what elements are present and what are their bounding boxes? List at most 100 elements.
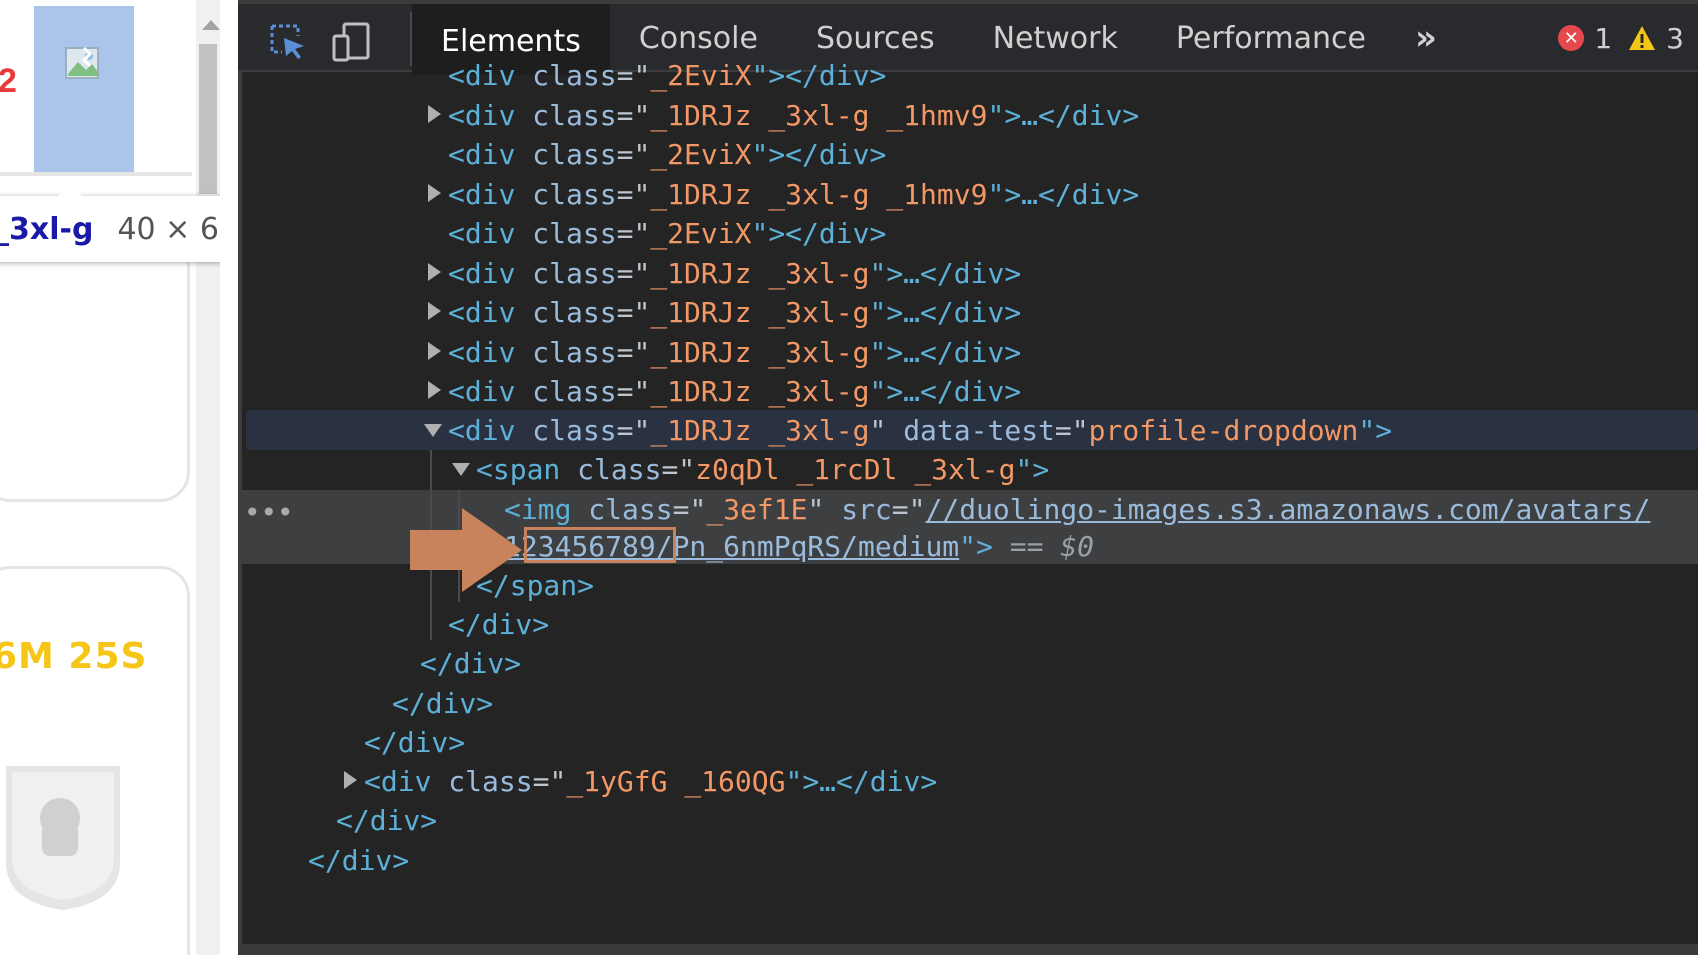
expand-triangle-icon[interactable] <box>428 184 441 202</box>
tag-close: "> <box>1358 414 1393 447</box>
src-link[interactable]: //duolingo-images.s3.amazonaws.com/avata… <box>925 493 1650 526</box>
tag-close: "></div> <box>751 217 887 250</box>
attr-value: _1DRJz _3xl-g <box>650 336 870 369</box>
tag-open: <span <box>476 453 561 486</box>
issues-counter[interactable]: ✕ 1 3 <box>1558 4 1684 72</box>
row-actions-ellipsis-icon[interactable]: ••• <box>244 496 294 529</box>
tag-close: "> <box>959 530 993 563</box>
dom-close-tag[interactable]: </div> <box>364 723 465 763</box>
attr-eq: =" <box>1054 414 1089 447</box>
dom-node[interactable]: <div class="_2EviX"></div> <box>448 135 886 175</box>
attr-eq: =" <box>616 178 651 211</box>
scroll-up-arrow-icon[interactable] <box>202 20 220 30</box>
dom-node[interactable]: <div class="_1DRJz _3xl-g">…</div> <box>448 293 1021 333</box>
tag-open: <div <box>448 336 516 369</box>
dom-close-tag[interactable]: </span> <box>476 566 594 606</box>
devtools-panel: Elements Console Sources Network Perform… <box>238 0 1698 955</box>
tag-close: </div> <box>392 687 494 720</box>
attr-value: _1DRJz _3xl-g <box>650 257 870 290</box>
src-link[interactable]: /Pn_6nmPqRS/medium <box>656 530 959 563</box>
dom-node[interactable]: <div class="_2EviX"></div> <box>448 56 886 96</box>
attr-name: class <box>532 257 617 290</box>
dom-node-span[interactable]: <span class="z0qDl _1rcDl _3xl-g"> <box>476 450 1049 490</box>
broken-image-icon <box>65 46 99 79</box>
collapse-triangle-icon[interactable] <box>424 424 442 437</box>
tooltip-class-name: _3xl-g <box>0 211 94 247</box>
tag-open: <div <box>448 138 516 171</box>
dom-node[interactable]: <div class="_2EviX"></div> <box>448 214 886 254</box>
inspect-element-icon[interactable] <box>268 22 308 62</box>
attr-name: class <box>532 138 617 171</box>
attr-eq: =" <box>532 765 567 798</box>
expand-triangle-icon[interactable] <box>428 302 441 320</box>
expand-triangle-icon[interactable] <box>428 381 441 399</box>
attr-value: _2EviX <box>650 217 752 250</box>
tag-close: ">…</div> <box>987 178 1140 211</box>
timer-text: 6M 25S <box>0 636 148 677</box>
tag-close: "> <box>1015 453 1050 486</box>
attr-name: class <box>448 765 533 798</box>
tag-open: <div <box>448 257 516 290</box>
attr-name: class <box>532 336 617 369</box>
tab-performance[interactable]: Performance <box>1147 4 1395 72</box>
page-preview: 2 6M 25S _3xl-g 40 × 68 <box>0 0 220 955</box>
attr-name: class <box>532 178 617 211</box>
tag-open: <div <box>448 99 516 132</box>
expand-triangle-icon[interactable] <box>428 342 441 360</box>
dom-node[interactable]: <div class="_1DRJz _3xl-g">…</div> <box>448 254 1021 294</box>
dom-node-img[interactable]: <img class="_3ef1E" src="//duolingo-imag… <box>504 490 1650 530</box>
device-toolbar-icon[interactable] <box>332 22 372 62</box>
attr-sep: " <box>869 414 904 447</box>
dom-node[interactable]: <div class="_1DRJz _3xl-g _1hmv9">…</div… <box>448 175 1139 215</box>
dom-close-tag[interactable]: </div> <box>392 684 493 724</box>
dom-node[interactable]: <div class="_1yGfG _160QG">…</div> <box>364 762 937 802</box>
horizontal-scrollbar[interactable] <box>238 944 1698 955</box>
page-card <box>0 240 190 502</box>
tab-network[interactable]: Network <box>964 4 1147 72</box>
expand-triangle-icon[interactable] <box>428 263 441 281</box>
dom-node[interactable]: <div class="_1DRJz _3xl-g _1hmv9">…</div… <box>448 96 1139 136</box>
dom-node[interactable]: <div class="_1DRJz _3xl-g">…</div> <box>448 372 1021 412</box>
page-scrollbar[interactable] <box>196 0 220 955</box>
attr-value: _1DRJz _3xl-g _1hmv9 <box>650 99 988 132</box>
attr-value: _1DRJz _3xl-g <box>650 375 870 408</box>
attr-eq: =" <box>616 257 651 290</box>
tag-close: ">…</div> <box>869 257 1022 290</box>
tag-open: <div <box>448 375 516 408</box>
expand-triangle-icon[interactable] <box>344 771 357 789</box>
attr-value: _1DRJz _3xl-g _1hmv9 <box>650 178 988 211</box>
selected-node-marker: == $0 <box>992 530 1095 563</box>
element-tooltip: _3xl-g 40 × 68 <box>0 184 220 262</box>
scrollbar-thumb[interactable] <box>199 44 217 194</box>
dom-node-profile-dropdown[interactable]: <div class="_1DRJz _3xl-g" data-test="pr… <box>448 411 1392 451</box>
attr-value: profile-dropdown <box>1088 414 1359 447</box>
dom-node[interactable]: <div class="_1DRJz _3xl-g">…</div> <box>448 333 1021 373</box>
red-text-fragment: 2 <box>0 62 17 100</box>
dom-close-tag[interactable]: </div> <box>308 841 409 881</box>
tag-open: <div <box>364 765 432 798</box>
dom-close-tag[interactable]: </div> <box>420 644 521 684</box>
warning-count: 3 <box>1666 21 1684 55</box>
attr-sep: " <box>807 493 842 526</box>
collapse-triangle-icon[interactable] <box>452 463 470 476</box>
expand-triangle-icon[interactable] <box>428 105 441 123</box>
tag-close: ">…</div> <box>785 765 938 798</box>
tag-close: </div> <box>364 726 466 759</box>
tag-close: ">…</div> <box>987 99 1140 132</box>
attr-value: _3ef1E <box>706 493 808 526</box>
attr-name: class <box>532 375 617 408</box>
tag-close: </div> <box>448 608 550 641</box>
tag-open: <div <box>448 178 516 211</box>
dom-close-tag[interactable]: </div> <box>448 605 549 645</box>
warning-icon <box>1629 26 1656 50</box>
attr-name: class <box>532 59 617 92</box>
attr-name: class <box>532 217 617 250</box>
attr-value: _2EviX <box>650 138 752 171</box>
attr-eq: =" <box>616 59 651 92</box>
tag-close: "></div> <box>751 138 887 171</box>
more-tabs-chevron-icon[interactable]: » <box>1395 4 1457 72</box>
tag-close: </span> <box>476 569 595 602</box>
dom-close-tag[interactable]: </div> <box>336 801 437 841</box>
attr-name: class <box>588 493 673 526</box>
attr-value: _1yGfG _160QG <box>566 765 786 798</box>
